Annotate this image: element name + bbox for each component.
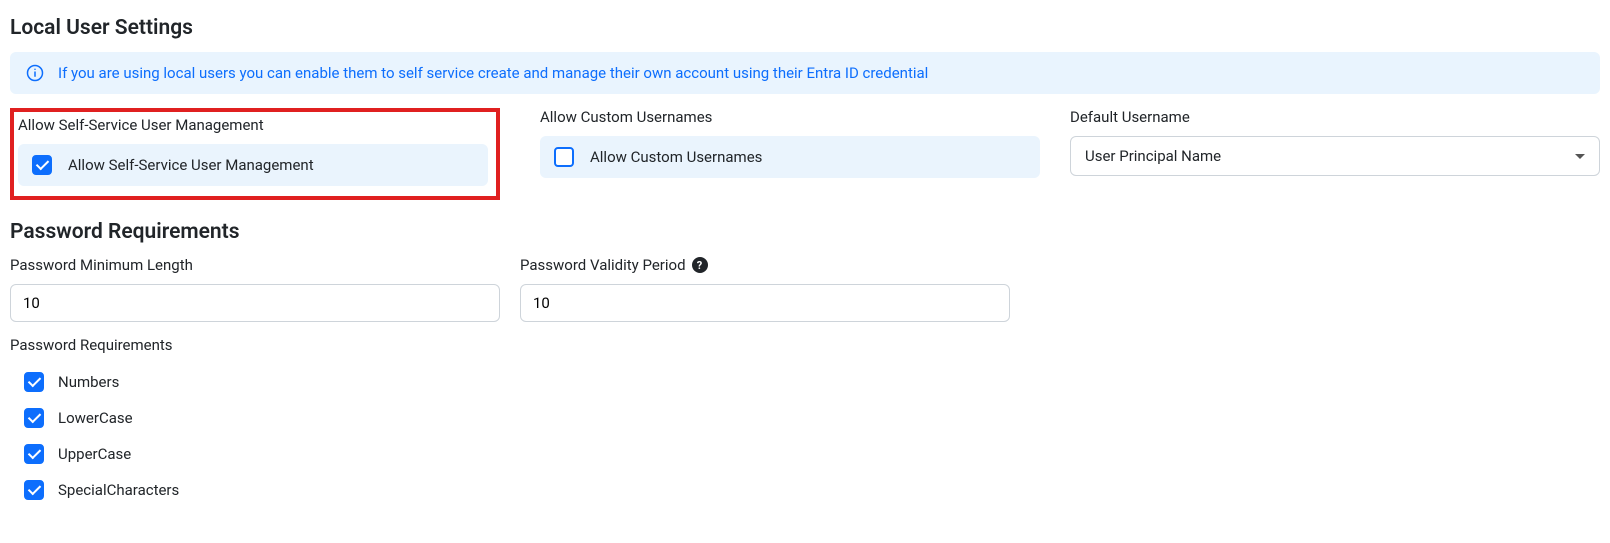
req-label: LowerCase xyxy=(58,409,133,427)
chevron-down-icon xyxy=(1575,154,1585,159)
req-item-uppercase[interactable]: UpperCase xyxy=(24,436,1600,472)
info-alert: If you are using local users you can ena… xyxy=(10,52,1600,94)
password-reqs-list: Numbers LowerCase UpperCase SpecialChara… xyxy=(10,364,1600,508)
min-length-label: Password Minimum Length xyxy=(10,256,500,274)
req-checkbox-numbers[interactable] xyxy=(24,372,44,392)
req-checkbox-uppercase[interactable] xyxy=(24,444,44,464)
help-icon[interactable]: ? xyxy=(692,257,708,273)
password-reqs-list-label: Password Requirements xyxy=(10,336,1600,354)
highlight-self-service: Allow Self-Service User Management Allow… xyxy=(10,108,500,200)
custom-usernames-checkbox-field[interactable]: Allow Custom Usernames xyxy=(540,136,1040,178)
min-length-input[interactable] xyxy=(10,284,500,322)
req-item-lowercase[interactable]: LowerCase xyxy=(24,400,1600,436)
self-service-label: Allow Self-Service User Management xyxy=(18,116,488,134)
req-label: UpperCase xyxy=(58,445,131,463)
info-icon xyxy=(26,64,44,82)
custom-usernames-checkbox[interactable] xyxy=(554,147,574,167)
req-label: SpecialCharacters xyxy=(58,481,179,499)
info-alert-text: If you are using local users you can ena… xyxy=(58,64,928,82)
default-username-select[interactable]: User Principal Name xyxy=(1070,136,1600,176)
password-requirements-title: Password Requirements xyxy=(10,220,1600,244)
req-item-specialchars[interactable]: SpecialCharacters xyxy=(24,472,1600,508)
self-service-checkbox-label: Allow Self-Service User Management xyxy=(68,156,314,174)
validity-label: Password Validity Period ? xyxy=(520,256,1010,274)
req-checkbox-specialchars[interactable] xyxy=(24,480,44,500)
req-label: Numbers xyxy=(58,373,119,391)
validity-input[interactable] xyxy=(520,284,1010,322)
default-username-label: Default Username xyxy=(1070,108,1600,126)
custom-usernames-label: Allow Custom Usernames xyxy=(540,108,1040,126)
custom-usernames-checkbox-label: Allow Custom Usernames xyxy=(590,148,762,166)
validity-label-text: Password Validity Period xyxy=(520,256,686,274)
default-username-selected: User Principal Name xyxy=(1085,147,1221,165)
local-user-settings-title: Local User Settings xyxy=(10,16,1600,40)
self-service-checkbox-field[interactable]: Allow Self-Service User Management xyxy=(18,144,488,186)
self-service-checkbox[interactable] xyxy=(32,155,52,175)
req-item-numbers[interactable]: Numbers xyxy=(24,364,1600,400)
req-checkbox-lowercase[interactable] xyxy=(24,408,44,428)
